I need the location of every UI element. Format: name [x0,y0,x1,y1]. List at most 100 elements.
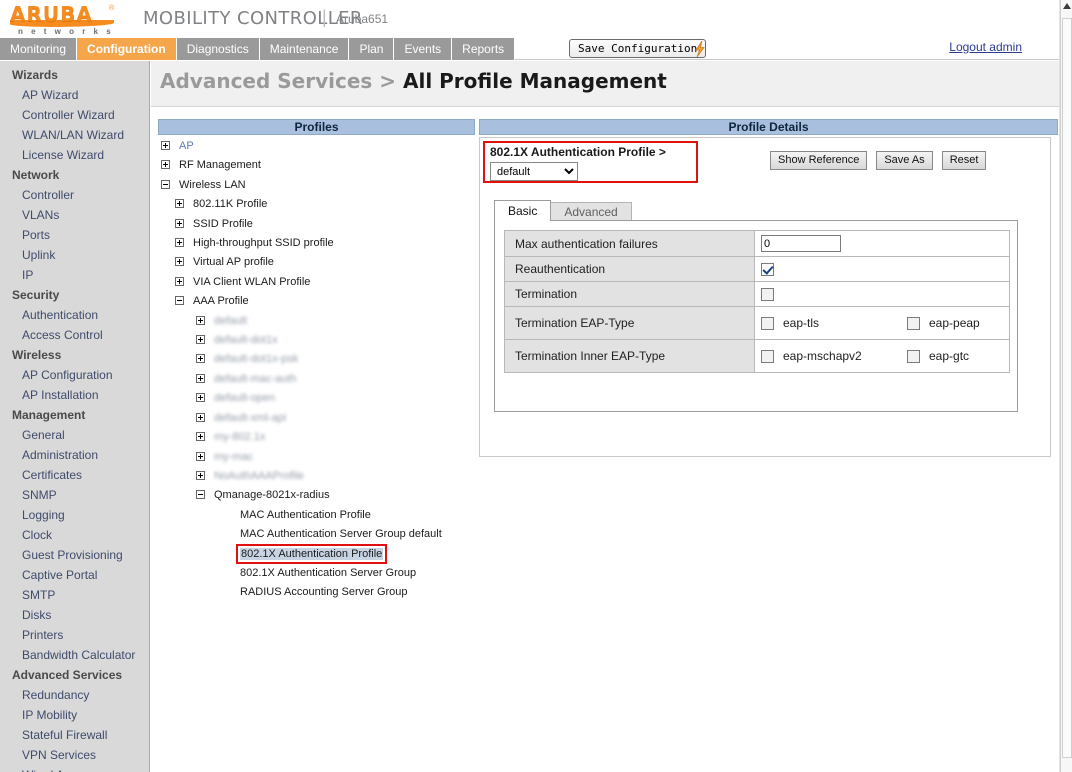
sidebar-item-ap-configuration[interactable]: AP Configuration [0,365,149,385]
show-reference-button[interactable]: Show Reference [770,151,868,170]
expand-plus-icon[interactable] [196,432,205,442]
tree-node-label[interactable]: default [214,315,247,327]
sidebar-item-ip-mobility[interactable]: IP Mobility [0,705,149,725]
scroll-up-arrow-icon[interactable] [1063,3,1071,9]
tree-node[interactable]: 802.1X Authentication Server Group [158,564,475,583]
tree-node[interactable]: default-xml-api [158,409,475,428]
tree-node-label[interactable]: default-dot1x [214,334,278,346]
sidebar-item-controller-wizard[interactable]: Controller Wizard [0,105,149,125]
logout-link[interactable]: Logout admin [949,40,1022,54]
tree-node-label[interactable]: 802.1X Authentication Profile [235,543,388,564]
checkbox-option[interactable]: eap-mschapv2 [761,349,881,363]
profile-instance-select[interactable]: default [490,162,578,181]
sidebar-item-ports[interactable]: Ports [0,225,149,245]
sidebar-item-bandwidth-calculator[interactable]: Bandwidth Calculator [0,645,149,665]
sidebar-item-access-control[interactable]: Access Control [0,325,149,345]
sidebar-item-stateful-firewall[interactable]: Stateful Firewall [0,725,149,745]
tree-node[interactable]: default-dot1x [158,331,475,350]
tree-node[interactable]: default-dot1x-psk [158,350,475,369]
sidebar-item-clock[interactable]: Clock [0,525,149,545]
sidebar-item-administration[interactable]: Administration [0,445,149,465]
reset-button[interactable]: Reset [941,151,987,170]
tree-node-label[interactable]: Wireless LAN [179,179,246,191]
sidebar-item-certificates[interactable]: Certificates [0,465,149,485]
breadcrumb-parent[interactable]: Advanced Services > [160,69,403,93]
tree-node-label[interactable]: RF Management [179,159,261,171]
sidebar-item-vlans[interactable]: VLANs [0,205,149,225]
expand-plus-icon[interactable] [161,141,170,150]
tree-node[interactable]: Qmanage-8021x-radius [158,486,475,505]
left-sidebar-navigation[interactable]: Wizards AP Wizard Controller Wizard WLAN/LA… [0,61,150,772]
sidebar-item-guest-provisioning[interactable]: Guest Provisioning [0,545,149,565]
nav-tab-monitoring[interactable]: Monitoring [0,38,78,60]
sidebar-item-smtp[interactable]: SMTP [0,585,149,605]
tree-node-label[interactable]: MAC Authentication Profile [240,509,371,521]
tree-node[interactable]: High-throughput SSID profile [158,234,475,253]
nav-tab-reports[interactable]: Reports [452,38,516,60]
expand-plus-icon[interactable] [196,393,205,403]
tree-node[interactable]: my-mac [158,448,475,467]
tree-node[interactable]: RF Management [158,156,475,175]
sidebar-item-wlan-lan-wizard[interactable]: WLAN/LAN Wizard [0,125,149,145]
tree-node[interactable]: AAA Profile [158,292,475,311]
tree-node-label[interactable]: VIA Client WLAN Profile [193,276,310,288]
nav-tab-configuration[interactable]: Configuration [77,38,177,60]
expand-plus-icon[interactable] [196,470,205,480]
save-configuration-button[interactable]: Save Configuration [569,39,707,58]
tree-node[interactable]: 802.1X Authentication Profile [158,543,475,564]
tree-node[interactable]: MAC Authentication Server Group default [158,525,475,544]
sidebar-item-disks[interactable]: Disks [0,605,149,625]
sidebar-item-general[interactable]: General [0,425,149,445]
sidebar-item-license-wizard[interactable]: License Wizard [0,145,149,165]
expand-plus-icon[interactable] [175,199,184,209]
expand-plus-icon[interactable] [196,451,205,461]
sidebar-item-wired-access[interactable]: Wired Access [0,765,149,772]
checkbox-eap-tls[interactable] [761,316,774,330]
sidebar-item-printers[interactable]: Printers [0,625,149,645]
sidebar-item-controller[interactable]: Controller [0,185,149,205]
expand-plus-icon[interactable] [196,315,205,325]
save-as-button[interactable]: Save As [876,151,933,170]
expand-plus-icon[interactable] [175,257,184,267]
nav-tab-diagnostics[interactable]: Diagnostics [176,38,260,60]
tree-node-label[interactable]: default-open [214,392,275,404]
sidebar-item-ap-installation[interactable]: AP Installation [0,385,149,405]
checkbox-eap-gtc[interactable] [907,349,920,363]
tree-node-label[interactable]: MAC Authentication Server Group default [240,528,442,540]
tree-node-label[interactable]: default-dot1x-psk [214,353,298,365]
scrollbar-thumb[interactable] [1062,18,1072,758]
tree-node[interactable]: my-802.1x [158,428,475,447]
tree-node-label[interactable]: RADIUS Accounting Server Group [240,586,408,598]
sidebar-item-captive-portal[interactable]: Captive Portal [0,565,149,585]
tab-advanced[interactable]: Advanced [550,202,632,221]
nav-tab-maintenance[interactable]: Maintenance [259,38,350,60]
lightning-bolt-icon[interactable] [690,39,710,59]
sidebar-item-snmp[interactable]: SNMP [0,485,149,505]
tree-node-label[interactable]: High-throughput SSID profile [193,237,334,249]
expand-plus-icon[interactable] [175,218,184,228]
checkbox-eap-mschapv2[interactable] [761,349,774,363]
collapse-minus-icon[interactable] [196,490,205,500]
expand-plus-icon[interactable] [175,276,184,286]
nav-tab-events[interactable]: Events [394,38,453,60]
tree-node[interactable]: MAC Authentication Profile [158,506,475,525]
tree-node[interactable]: default-mac-auth [158,370,475,389]
checkbox-option[interactable]: eap-peap [907,316,980,330]
tree-node[interactable]: Wireless LAN [158,176,475,195]
tree-node-label[interactable]: AP [179,140,194,152]
max-auth-failures-input[interactable] [761,235,841,252]
tree-node-label[interactable]: Virtual AP profile [193,256,274,268]
tree-node[interactable]: 802.11K Profile [158,195,475,214]
tree-node-label[interactable]: NoAuthAAAProfile [214,470,304,482]
tree-node[interactable]: default [158,312,475,331]
sidebar-item-ip[interactable]: IP [0,265,149,285]
sidebar-item-ap-wizard[interactable]: AP Wizard [0,85,149,105]
tree-node-label[interactable]: my-mac [214,451,253,463]
tree-node[interactable]: SSID Profile [158,215,475,234]
tree-node[interactable]: VIA Client WLAN Profile [158,273,475,292]
tree-node-label[interactable]: AAA Profile [193,295,249,307]
sidebar-item-redundancy[interactable]: Redundancy [0,685,149,705]
page-scrollbar[interactable] [1060,0,1072,772]
tree-node-label[interactable]: Qmanage-8021x-radius [214,489,330,501]
expand-plus-icon[interactable] [175,238,184,248]
